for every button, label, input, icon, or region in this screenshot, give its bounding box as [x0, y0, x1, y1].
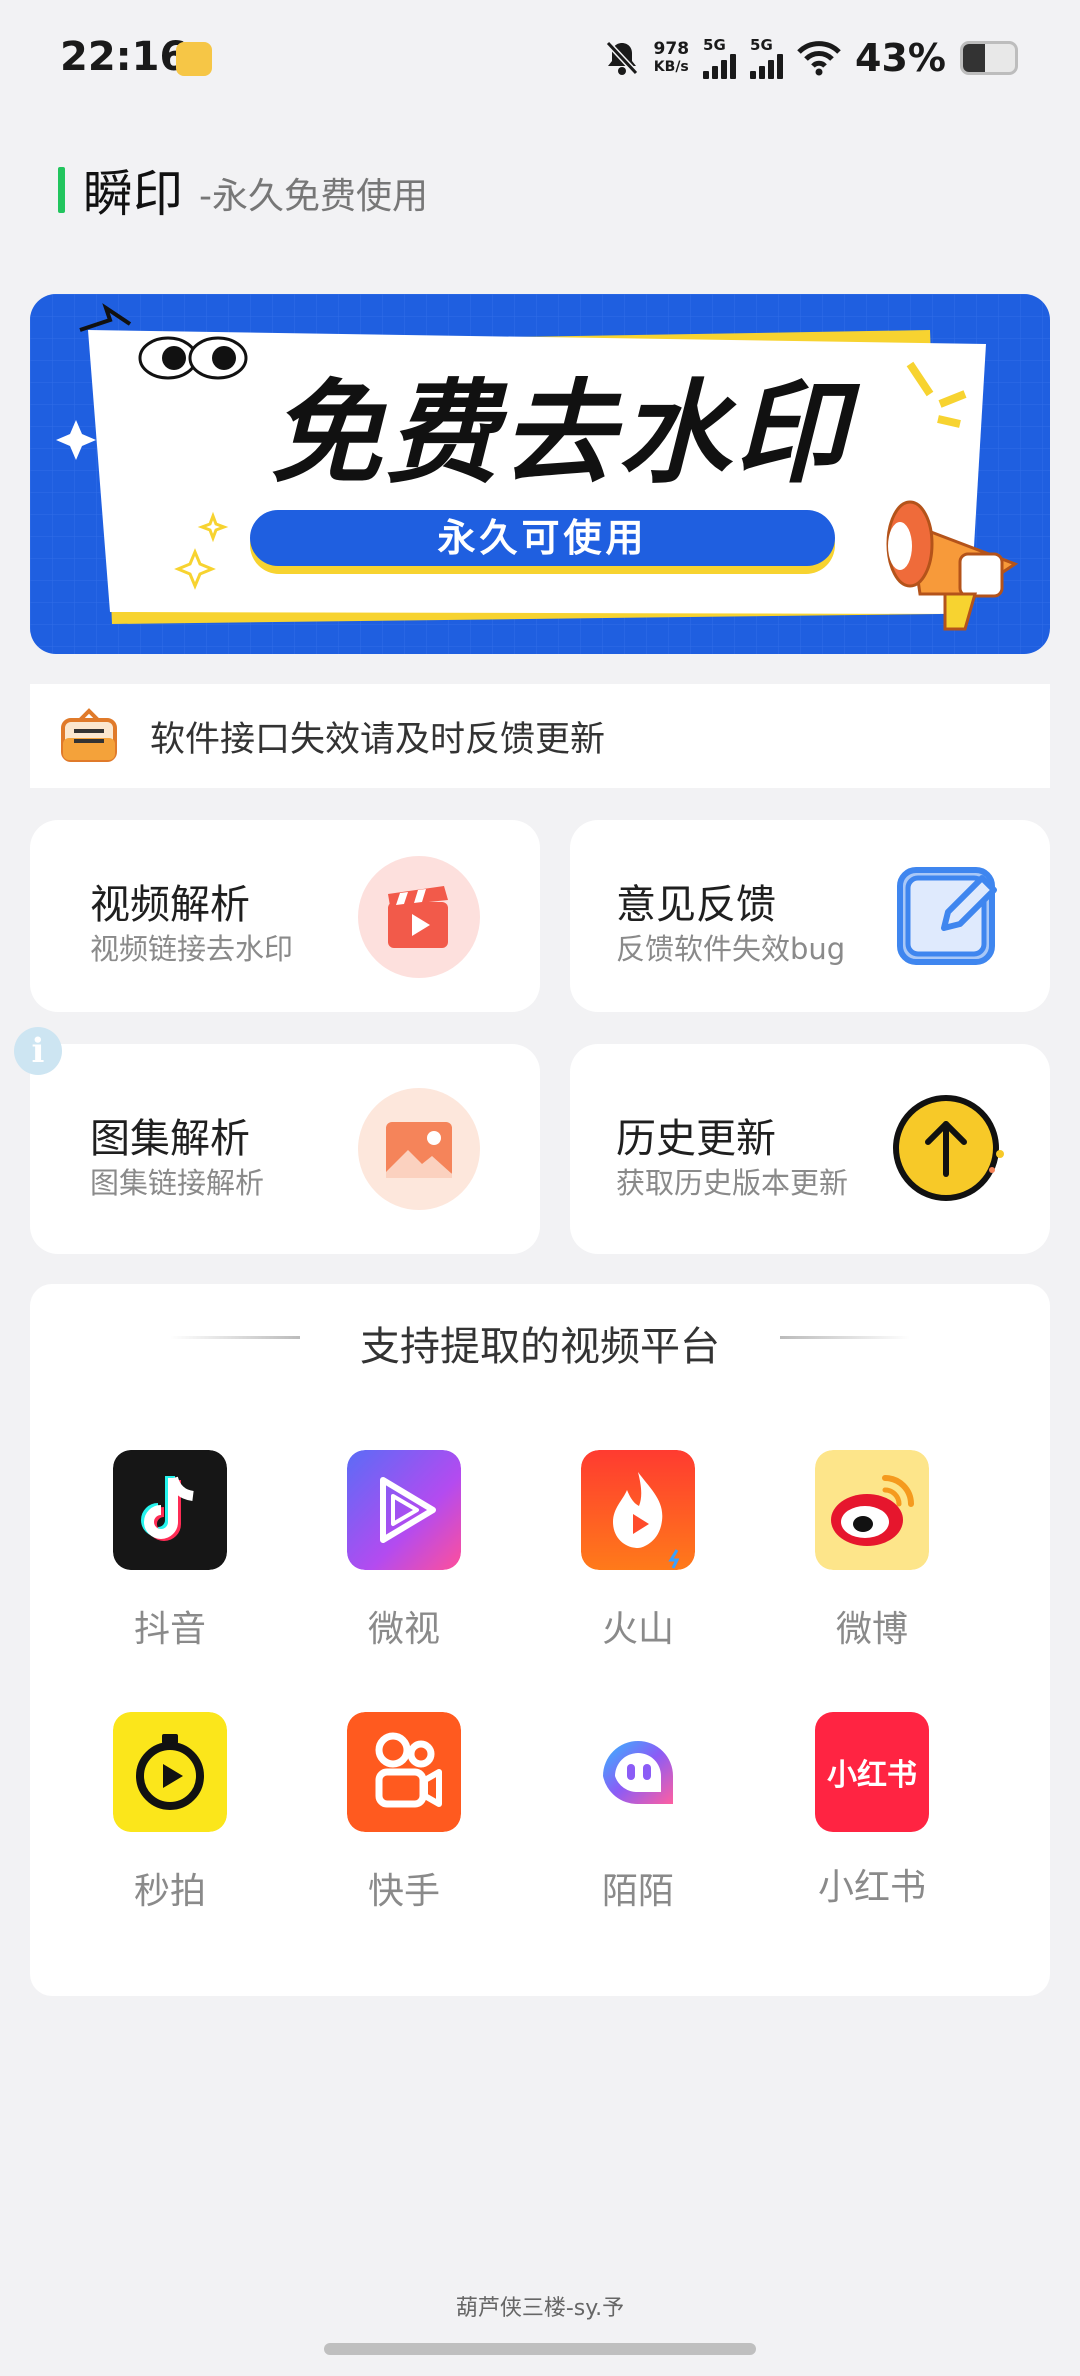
feature-title: 图集解析: [90, 1116, 250, 1162]
platforms-panel: 支持提取的视频平台 抖音 微视 火山 微博 秒拍 快手 陌陌 小红书 小红书: [30, 1284, 1050, 1996]
feature-subtitle: 反馈软件失效bug: [616, 932, 846, 966]
momo-logo-icon: [581, 1712, 695, 1832]
feature-subtitle: 图集链接解析: [90, 1166, 265, 1200]
signal-sim2-icon: 5G: [750, 37, 784, 79]
notes-notification-icon: [176, 42, 212, 76]
app-name: 瞬印: [83, 165, 183, 223]
net-speed: 978 KB/s: [653, 39, 690, 75]
platform-label: 小红书: [817, 1867, 926, 1908]
banner-headline: 免费去水印: [270, 369, 850, 499]
promo-banner[interactable]: 免费去水印 永久可使用: [30, 294, 1050, 654]
feature-title: 视频解析: [90, 882, 250, 928]
app-header: 瞬印 -永久免费使用: [58, 160, 428, 223]
banner-pill-text: 永久可使用: [437, 516, 648, 560]
xiaohongshu-logo-icon: 小红书: [815, 1712, 929, 1832]
feature-card-feedback[interactable]: 意见反馈 反馈软件失效bug: [570, 820, 1050, 1012]
douyin-logo-icon: [113, 1450, 227, 1570]
accent-bar: [58, 167, 65, 213]
battery-percent: 43%: [855, 36, 946, 80]
platform-miaopai[interactable]: 秒拍: [90, 1712, 250, 1914]
notice-text: 软件接口失效请及时反馈更新: [150, 719, 606, 760]
feature-title: 意见反馈: [616, 882, 776, 928]
upload-arrow-icon: [893, 1095, 1004, 1201]
battery-icon: [960, 41, 1018, 75]
mute-bell-icon: [605, 40, 638, 76]
footer-credit: 葫芦侠三楼-sy.予: [455, 2296, 625, 2321]
platform-kuaishou[interactable]: 快手: [324, 1712, 484, 1914]
platform-label: 快手: [367, 1871, 440, 1912]
signal-sim1-icon: 5G: [703, 37, 737, 79]
notice-bar: 软件接口失效请及时反馈更新: [30, 684, 1050, 788]
huoshan-logo-icon: [581, 1450, 695, 1570]
kuaishou-logo-icon: [347, 1712, 461, 1832]
platforms-title: 支持提取的视频平台: [360, 1324, 720, 1370]
feature-title: 历史更新: [616, 1116, 776, 1162]
feature-subtitle: 获取历史版本更新: [616, 1166, 849, 1200]
title-divider-right: [780, 1336, 910, 1339]
platform-xiaohongshu[interactable]: 小红书 小红书: [792, 1712, 952, 1910]
platform-douyin[interactable]: 抖音: [90, 1450, 250, 1652]
platform-label: 微视: [367, 1609, 440, 1650]
home-indicator[interactable]: [324, 2343, 756, 2355]
weishi-logo-icon: [347, 1450, 461, 1570]
feature-card-gallery-parse[interactable]: 图集解析 图集链接解析: [30, 1044, 540, 1254]
wifi-icon: [797, 41, 841, 76]
weibo-logo-icon: [815, 1450, 929, 1570]
platform-label: 火山: [601, 1609, 674, 1650]
app-tagline: -永久免费使用: [199, 176, 428, 217]
platform-huoshan[interactable]: 火山: [558, 1450, 718, 1652]
status-bar: 22:16 978 KB/s 5G 5G 43%: [0, 0, 1080, 120]
info-icon[interactable]: i: [14, 1027, 62, 1075]
platform-weibo[interactable]: 微博: [792, 1450, 952, 1652]
miaopai-logo-icon: [113, 1712, 227, 1832]
feature-card-video-parse[interactable]: 视频解析 视频链接去水印: [30, 820, 540, 1012]
video-clapper-icon: [358, 856, 480, 978]
status-icons: 978 KB/s 5G 5G 43%: [604, 30, 1018, 86]
notice-board-icon: [61, 708, 117, 762]
feature-subtitle: 视频链接去水印: [90, 932, 294, 966]
status-time: 22:16: [60, 34, 188, 80]
image-icon: [358, 1088, 480, 1210]
feature-card-history-update[interactable]: 历史更新 获取历史版本更新: [570, 1044, 1050, 1254]
platform-label: 秒拍: [133, 1871, 206, 1912]
edit-note-icon: [897, 867, 997, 965]
platform-label: 陌陌: [601, 1871, 674, 1912]
platform-momo[interactable]: 陌陌: [558, 1712, 718, 1914]
platform-label: 微博: [835, 1609, 908, 1650]
platform-weishi[interactable]: 微视: [324, 1450, 484, 1652]
platform-label: 抖音: [133, 1609, 206, 1650]
